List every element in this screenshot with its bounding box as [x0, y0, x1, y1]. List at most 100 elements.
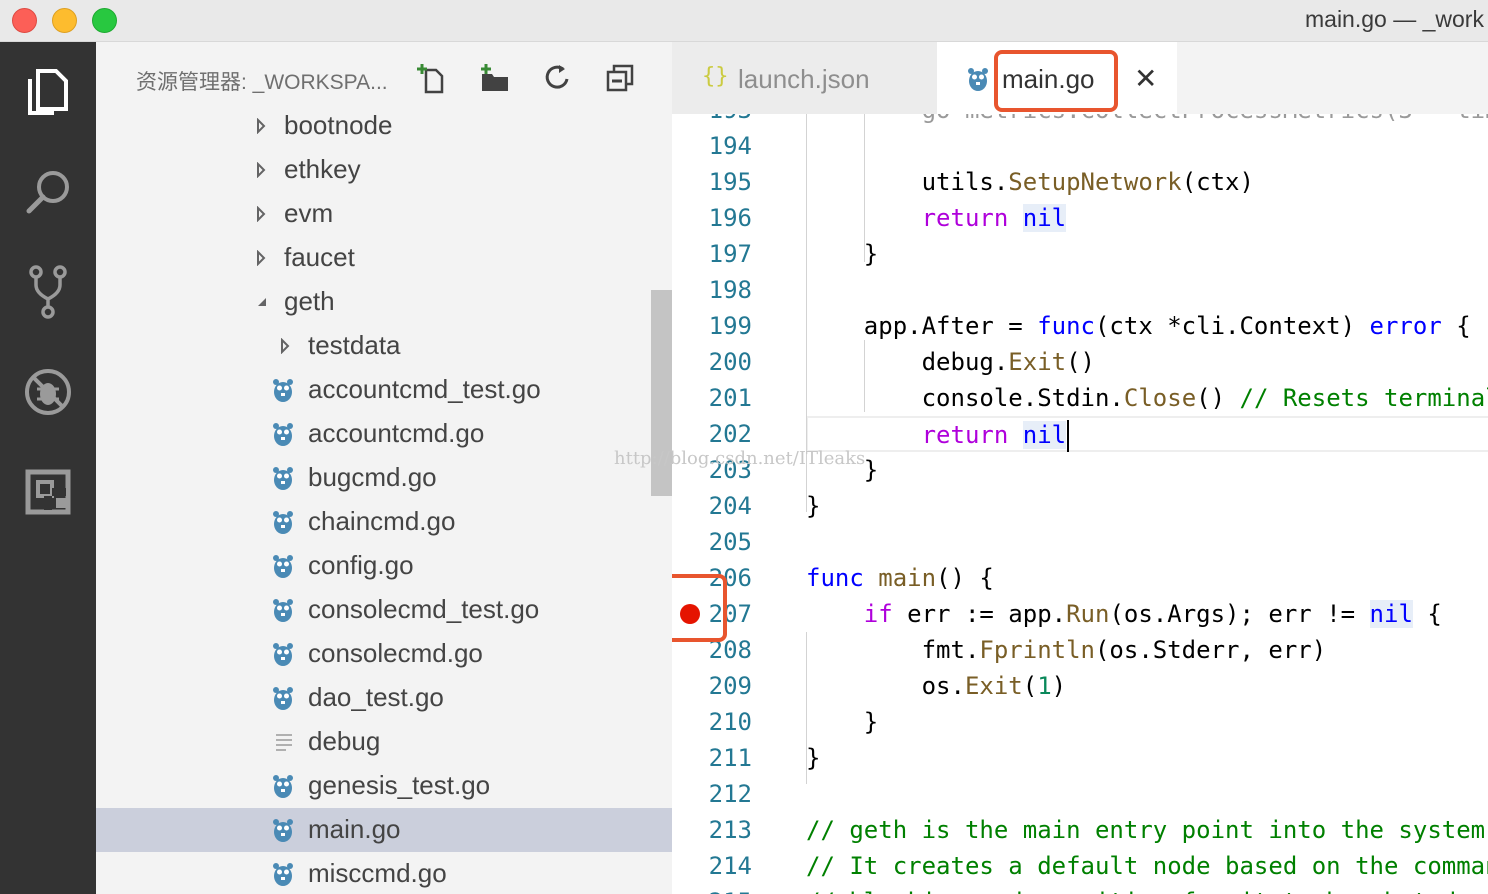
json-braces-icon: {} [702, 64, 729, 89]
file-tree: bootnode ethkey evm faucet geth testdata accou… [96, 104, 672, 894]
chevron-right-icon[interactable] [254, 117, 268, 135]
watermark: http://blog.csdn.net/ITleaks [614, 448, 866, 469]
window-minimize-button[interactable] [52, 8, 77, 33]
code-line: 194 [672, 128, 1488, 164]
explorer-title: 资源管理器: _WORKSPA... [136, 71, 388, 94]
tree-item-label: consolecmd.go [308, 638, 483, 668]
source-control-icon[interactable] [20, 264, 76, 320]
tree-folder[interactable]: ethkey [96, 148, 672, 192]
line-number: 201 [708, 384, 752, 412]
extensions-icon[interactable] [20, 464, 76, 520]
gopher-icon [272, 685, 294, 711]
code-line: 200 debug.Exit() [672, 344, 1488, 380]
code-line: 213 // geth is the main entry point into … [672, 812, 1488, 848]
indent-guide [864, 114, 865, 262]
code-text: } [806, 708, 879, 736]
gopher-icon [272, 421, 294, 447]
tree-item-label: geth [284, 286, 335, 316]
title-bar: main.go — _work [0, 0, 1488, 42]
code-line-partial: 193 go metrics.CollectProcessMetrics(3 *… [672, 114, 1488, 128]
tree-item-label: main.go [308, 814, 401, 844]
code-text: } [806, 492, 821, 520]
tree-item-label: config.go [308, 550, 414, 580]
tree-item-label: bootnode [284, 110, 393, 140]
tree-file[interactable]: main.go [96, 808, 672, 852]
line-number: 198 [708, 276, 752, 304]
new-file-icon[interactable] [414, 60, 450, 96]
chevron-right-icon[interactable] [254, 161, 268, 179]
tree-folder[interactable]: bootnode [96, 104, 672, 148]
tree-item-label: accountcmd_test.go [308, 374, 541, 404]
code-line: 199 app.After = func(ctx *cli.Context) e… [672, 308, 1488, 344]
tree-item-label: genesis_test.go [308, 770, 491, 800]
tree-folder[interactable]: faucet [96, 236, 672, 280]
line-number: 205 [708, 528, 752, 556]
line-number: 199 [708, 312, 752, 340]
code-line: 197 } [672, 236, 1488, 272]
gopher-icon [272, 817, 294, 843]
code-line: 210 } [672, 704, 1488, 740]
line-number: 209 [708, 672, 752, 700]
tree-file[interactable]: genesis_test.go [96, 764, 672, 808]
collapse-all-icon[interactable] [602, 60, 638, 96]
tree-file[interactable]: debug [96, 720, 672, 764]
tree-file[interactable]: consolecmd_test.go [96, 588, 672, 632]
window-title: main.go — _work [1305, 6, 1484, 32]
close-icon[interactable]: ✕ [1134, 62, 1157, 95]
code-text: fmt.Fprintln(os.Stderr, err) [806, 636, 1327, 664]
text-file-icon [274, 729, 296, 755]
tree-item-label: ethkey [284, 154, 361, 184]
tree-item-label: misccmd.go [308, 858, 447, 888]
tree-item-label: consolecmd_test.go [308, 594, 540, 624]
code-line: 202 return nil [672, 416, 1488, 452]
search-icon[interactable] [20, 164, 76, 220]
tree-folder[interactable]: evm [96, 192, 672, 236]
tree-file[interactable]: bugcmd.go [96, 456, 672, 500]
code-line: 212 [672, 776, 1488, 812]
tree-item-label: dao_test.go [308, 682, 444, 712]
tree-file[interactable]: chaincmd.go [96, 500, 672, 544]
line-number: 212 [708, 780, 752, 808]
chevron-right-icon[interactable] [254, 249, 268, 267]
refresh-icon[interactable] [540, 60, 576, 96]
code-text: os.Exit(1) [806, 672, 1067, 700]
code-text: } [806, 744, 821, 772]
line-number: 194 [708, 132, 752, 160]
debug-icon[interactable] [20, 364, 76, 420]
code-line: 208 fmt.Fprintln(os.Stderr, err) [672, 632, 1488, 668]
tree-folder[interactable]: geth [96, 280, 672, 324]
window-maximize-button[interactable] [92, 8, 117, 33]
code-text: if err := app.Run(os.Args); err != nil { [863, 600, 1442, 628]
tree-file[interactable]: accountcmd.go [96, 412, 672, 456]
explorer-icon[interactable] [20, 64, 76, 120]
tab-bar: {} launch.json main.go ✕ [672, 42, 1488, 114]
window-close-button[interactable] [12, 8, 37, 33]
code-line: 211} [672, 740, 1488, 776]
tree-file[interactable]: dao_test.go [96, 676, 672, 720]
code-line: 206 func main() { [672, 560, 1488, 596]
line-number: 195 [708, 168, 752, 196]
breakpoint-highlight-annotation [672, 574, 727, 642]
tree-file[interactable]: misccmd.go [96, 852, 672, 894]
code-line: 195 utils.SetupNetwork(ctx) [672, 164, 1488, 200]
chevron-down-icon[interactable] [254, 294, 268, 310]
tree-item-label: evm [284, 198, 334, 228]
activity-bar [0, 42, 96, 894]
indent-guide [864, 340, 865, 412]
chevron-right-icon[interactable] [278, 337, 292, 355]
tab-highlight-annotation [994, 50, 1118, 112]
chevron-right-icon[interactable] [254, 205, 268, 223]
new-folder-icon[interactable] [476, 60, 512, 96]
tree-file[interactable]: accountcmd_test.go [96, 368, 672, 412]
code-line: 214 // It creates a default node based on… [672, 848, 1488, 884]
tree-item-label: chaincmd.go [308, 506, 456, 536]
gopher-icon [967, 66, 989, 92]
tree-file[interactable]: config.go [96, 544, 672, 588]
code-area[interactable]: 193 go metrics.CollectProcessMetrics(3 *… [672, 114, 1488, 894]
tree-folder[interactable]: testdata [96, 324, 672, 368]
tree-file[interactable]: consolecmd.go [96, 632, 672, 676]
code-text: func main() { [806, 564, 994, 592]
code-line: 205 [672, 524, 1488, 560]
line-number: 215 [672, 888, 752, 894]
tab-launch-json[interactable]: {} launch.json [672, 42, 937, 114]
